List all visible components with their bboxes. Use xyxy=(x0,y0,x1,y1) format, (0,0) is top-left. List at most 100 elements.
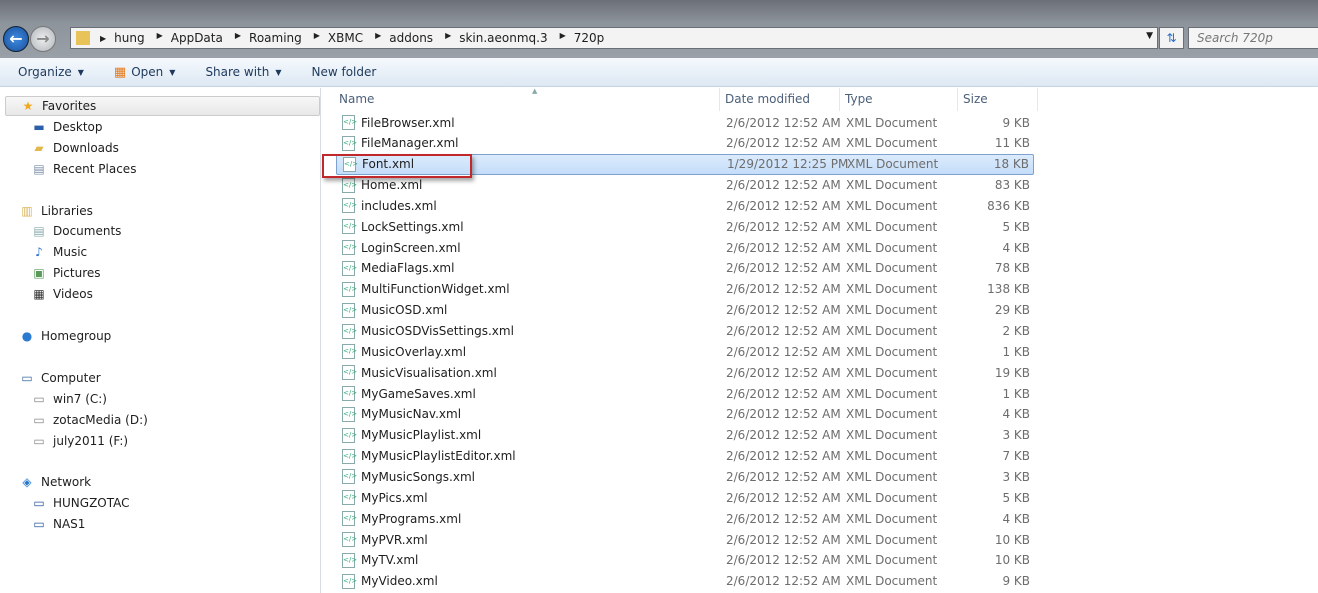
file-date-modified: 2/6/2012 12:52 AM xyxy=(726,261,841,276)
file-row[interactable]: </> MusicOverlay.xml 2/6/2012 12:52 AM XML … xyxy=(336,341,1034,362)
file-name: MyPics.xml xyxy=(361,490,428,505)
file-row[interactable]: </> Font.xml 1/29/2012 12:25 PM XML Documen… xyxy=(336,153,1034,175)
file-row[interactable]: </> FileManager.xml 2/6/2012 12:52 AM XML D… xyxy=(336,133,1034,154)
file-name: MyPVR.xml xyxy=(361,532,428,547)
sidebar-item-label: Homegroup xyxy=(41,329,112,343)
sidebar-item-documents[interactable]: ▤ Documents xyxy=(31,224,121,238)
file-size: 19 KB xyxy=(994,365,1030,380)
breadcrumb-720p[interactable]: 720p xyxy=(574,31,605,45)
sidebar-item-network[interactable]: ◈ Network xyxy=(19,475,91,489)
column-header-type[interactable]: Type xyxy=(840,88,958,111)
xml-file-icon: </> xyxy=(342,552,357,568)
organize-button[interactable]: Organize ▼ xyxy=(18,65,84,79)
file-name: FileManager.xml xyxy=(361,136,459,151)
file-row[interactable]: </> MyMusicPlaylistEditor.xml 2/6/2012 12:… xyxy=(336,446,1034,467)
sidebar-item-computer[interactable]: ▭ Computer xyxy=(19,371,100,385)
file-row[interactable]: </> MyGameSaves.xml 2/6/2012 12:52 AM XML D… xyxy=(336,383,1034,404)
file-type: XML Document xyxy=(846,178,938,193)
address-dropdown-icon[interactable]: ▼ xyxy=(1146,31,1153,41)
file-row[interactable]: </> MusicOSD.xml 2/6/2012 12:52 AM XML Docu… xyxy=(336,300,1034,321)
sidebar-item-videos[interactable]: ▦ Videos xyxy=(31,287,93,301)
file-type: XML Document xyxy=(846,240,938,255)
breadcrumb-addons[interactable]: addons xyxy=(389,31,433,45)
file-size: 11 KB xyxy=(994,136,1030,151)
new-folder-button[interactable]: New folder xyxy=(312,65,377,79)
chevron-right-icon: ▶ xyxy=(559,31,566,40)
file-row[interactable]: </> MediaFlags.xml 2/6/2012 12:52 AM XML Do… xyxy=(336,258,1034,279)
file-size: 4 KB xyxy=(1002,407,1030,422)
search-input[interactable]: Search 720p xyxy=(1188,27,1318,49)
file-row[interactable]: </> MyMusicPlaylist.xml 2/6/2012 12:52 AM X… xyxy=(336,425,1034,446)
library-icon: ▥ xyxy=(21,204,33,218)
sidebar-item-downloads[interactable]: ▰ Downloads xyxy=(31,141,119,155)
file-row[interactable]: </> includes.xml 2/6/2012 12:52 AM XML Docu… xyxy=(336,195,1034,216)
breadcrumb-skin-aeonmq-3[interactable]: skin.aeonmq.3 xyxy=(459,31,547,45)
file-row[interactable]: </> LockSettings.xml 2/6/2012 12:52 AM XML … xyxy=(336,216,1034,237)
breadcrumb-hung[interactable]: hung xyxy=(114,31,144,45)
file-row[interactable]: </> MyPVR.xml 2/6/2012 12:52 AM XML Documen… xyxy=(336,529,1034,550)
sidebar-item-nas1[interactable]: ▭ NAS1 xyxy=(31,517,85,531)
file-size: 18 KB xyxy=(993,157,1029,172)
sort-ascending-icon: ▲ xyxy=(532,87,538,95)
file-date-modified: 1/29/2012 12:25 PM xyxy=(727,157,849,172)
file-row[interactable]: </> MyTV.xml 2/6/2012 12:52 AM XML Document… xyxy=(336,550,1034,571)
file-row[interactable]: </> MultiFunctionWidget.xml 2/6/2012 12:52… xyxy=(336,279,1034,300)
forward-button[interactable]: → xyxy=(30,26,56,52)
column-header-name[interactable]: Name ▲ xyxy=(334,87,720,111)
refresh-button[interactable]: ⇅ xyxy=(1159,27,1184,49)
sidebar-item-libraries[interactable]: ▥ Libraries xyxy=(19,204,93,218)
back-button[interactable]: ← xyxy=(3,26,29,52)
sidebar-item-win7-c[interactable]: ▭ win7 (C:) xyxy=(31,392,107,406)
share-with-label: Share with xyxy=(205,65,270,79)
file-size: 836 KB xyxy=(987,198,1030,213)
file-row[interactable]: </> MyPrograms.xml 2/6/2012 12:52 AM XML Do… xyxy=(336,508,1034,529)
sidebar-item-favorites[interactable]: ★ Favorites xyxy=(5,96,320,116)
sidebar-item-recent-places[interactable]: ▤ Recent Places xyxy=(31,162,136,176)
videos-icon: ▦ xyxy=(33,287,45,301)
sidebar-item-zotacmedia-d[interactable]: ▭ zotacMedia (D:) xyxy=(31,413,147,427)
file-date-modified: 2/6/2012 12:52 AM xyxy=(726,407,841,422)
breadcrumb-appdata[interactable]: AppData xyxy=(171,31,223,45)
sidebar-item-hungzotac[interactable]: ▭ HUNGZOTAC xyxy=(31,496,129,510)
file-type: XML Document xyxy=(846,553,938,568)
file-row[interactable]: </> MusicVisualisation.xml 2/6/2012 12:52 … xyxy=(336,362,1034,383)
breadcrumb-roaming[interactable]: Roaming xyxy=(249,31,302,45)
file-row[interactable]: </> MusicOSDVisSettings.xml 2/6/2012 12:52… xyxy=(336,321,1034,342)
file-row[interactable]: </> MyPics.xml 2/6/2012 12:52 AM XML Docume… xyxy=(336,487,1034,508)
sidebar-item-music[interactable]: ♪ Music xyxy=(31,245,87,259)
sidebar-item-label: Downloads xyxy=(53,141,119,155)
address-bar[interactable]: ▶ hung ▶ AppData ▶ Roaming ▶ XBMC ▶ addons ▶ skin.… xyxy=(70,27,1158,49)
file-row[interactable]: </> MyMusicNav.xml 2/6/2012 12:52 AM XML Do… xyxy=(336,404,1034,425)
drive-icon: ▭ xyxy=(33,413,45,427)
sidebar-item-desktop[interactable]: ▬ Desktop xyxy=(31,120,103,134)
file-date-modified: 2/6/2012 12:52 AM xyxy=(726,574,841,589)
sidebar-item-pictures[interactable]: ▣ Pictures xyxy=(31,266,100,280)
file-name: Font.xml xyxy=(362,157,415,172)
column-header-size[interactable]: Size xyxy=(958,88,1038,111)
xml-file-icon: </> xyxy=(342,386,357,402)
share-with-button[interactable]: Share with ▼ xyxy=(205,65,281,79)
file-size: 10 KB xyxy=(994,553,1030,568)
sidebar-item-label: Desktop xyxy=(53,120,103,134)
column-header-date[interactable]: Date modified xyxy=(720,88,840,111)
sidebar-item-label: NAS1 xyxy=(53,517,86,531)
command-bar: Organize ▼ ▦ Open ▼ Share with ▼ New folder xyxy=(0,58,1318,87)
file-size: 5 KB xyxy=(1002,219,1030,234)
file-row[interactable]: </> LoginScreen.xml 2/6/2012 12:52 AM XML D… xyxy=(336,237,1034,258)
file-date-modified: 2/6/2012 12:52 AM xyxy=(726,240,841,255)
drive-icon: ▭ xyxy=(33,392,45,406)
sidebar-item-july2011-f[interactable]: ▭ july2011 (F:) xyxy=(31,434,128,448)
sidebar-item-label: Libraries xyxy=(41,204,93,218)
file-row[interactable]: </> FileBrowser.xml 2/6/2012 12:52 AM XML D… xyxy=(336,112,1034,133)
file-name: MyPrograms.xml xyxy=(361,511,462,526)
open-button[interactable]: ▦ Open ▼ xyxy=(114,65,176,80)
file-size: 5 KB xyxy=(1002,490,1030,505)
chevron-right-icon: ▶ xyxy=(234,31,242,40)
file-row[interactable]: </> MyVideo.xml 2/6/2012 12:52 AM XML Docum… xyxy=(336,571,1034,592)
xml-file-icon: </> xyxy=(342,573,357,589)
file-name: MyVideo.xml xyxy=(361,574,438,589)
file-row[interactable]: </> MyMusicSongs.xml 2/6/2012 12:52 AM XML … xyxy=(336,466,1034,487)
breadcrumb-xbmc[interactable]: XBMC xyxy=(328,31,363,45)
file-row[interactable]: </> Home.xml 2/6/2012 12:52 AM XML Document… xyxy=(336,175,1034,196)
sidebar-item-homegroup[interactable]: ● Homegroup xyxy=(19,329,112,343)
